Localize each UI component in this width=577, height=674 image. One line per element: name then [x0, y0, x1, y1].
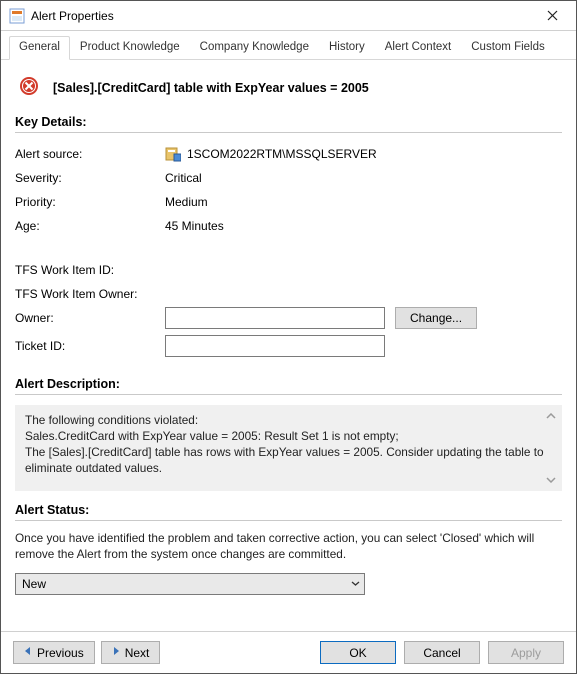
label-priority: Priority:	[15, 195, 165, 209]
desc-line-3: The [Sales].[CreditCard] table has rows …	[25, 445, 552, 477]
section-alert-status: Alert Status:	[15, 503, 562, 521]
ok-button[interactable]: OK	[320, 641, 396, 664]
error-icon	[19, 76, 39, 99]
alert-title: [Sales].[CreditCard] table with ExpYear …	[53, 81, 369, 95]
tab-product-knowledge[interactable]: Product Knowledge	[70, 36, 190, 60]
label-ticket-id: Ticket ID:	[15, 339, 165, 353]
dialog-footer: Previous Next OK Cancel Apply	[1, 631, 576, 673]
tab-general[interactable]: General	[9, 36, 70, 60]
alert-status-select[interactable]: New	[15, 573, 365, 595]
label-age: Age:	[15, 219, 165, 233]
alert-properties-window: Alert Properties General Product Knowled…	[0, 0, 577, 674]
alert-status-selected: New	[22, 577, 46, 591]
server-icon	[165, 146, 181, 162]
close-button[interactable]	[530, 2, 574, 30]
titlebar: Alert Properties	[1, 1, 576, 31]
alert-header: [Sales].[CreditCard] table with ExpYear …	[15, 70, 562, 115]
next-button[interactable]: Next	[101, 641, 161, 664]
value-alert-source: 1SCOM2022RTM\MSSQLSERVER	[187, 147, 377, 161]
desc-line-1: The following conditions violated:	[25, 413, 552, 429]
tab-company-knowledge[interactable]: Company Knowledge	[190, 36, 319, 60]
section-key-details: Key Details:	[15, 115, 562, 133]
value-age: 45 Minutes	[165, 219, 562, 233]
label-owner: Owner:	[15, 311, 165, 325]
label-severity: Severity:	[15, 171, 165, 185]
label-tfs-owner: TFS Work Item Owner:	[15, 287, 165, 301]
label-alert-source: Alert source:	[15, 147, 165, 161]
previous-label: Previous	[37, 646, 84, 660]
arrow-left-icon	[24, 647, 32, 658]
change-owner-button[interactable]: Change...	[395, 307, 477, 329]
desc-scroll-up-icon[interactable]	[544, 409, 558, 423]
section-alert-description: Alert Description:	[15, 377, 562, 395]
tab-bar: General Product Knowledge Company Knowle…	[1, 31, 576, 60]
tab-history[interactable]: History	[319, 36, 375, 60]
alert-status-help: Once you have identified the problem and…	[15, 531, 562, 563]
tab-panel-general: [Sales].[CreditCard] table with ExpYear …	[1, 60, 576, 631]
owner-input[interactable]	[165, 307, 385, 329]
previous-button[interactable]: Previous	[13, 641, 95, 664]
chevron-down-icon	[351, 578, 360, 589]
alert-description-box: The following conditions violated: Sales…	[15, 405, 562, 491]
app-icon	[9, 8, 25, 24]
window-title: Alert Properties	[31, 9, 530, 23]
label-tfs-id: TFS Work Item ID:	[15, 263, 165, 277]
value-severity: Critical	[165, 171, 562, 185]
apply-button[interactable]: Apply	[488, 641, 564, 664]
tab-alert-context[interactable]: Alert Context	[375, 36, 461, 60]
next-label: Next	[125, 646, 150, 660]
tab-custom-fields[interactable]: Custom Fields	[461, 36, 555, 60]
value-priority: Medium	[165, 195, 562, 209]
arrow-right-icon	[112, 647, 120, 658]
desc-scroll-down-icon[interactable]	[544, 473, 558, 487]
desc-line-2: Sales.CreditCard with ExpYear value = 20…	[25, 429, 552, 445]
cancel-button[interactable]: Cancel	[404, 641, 480, 664]
ticket-id-input[interactable]	[165, 335, 385, 357]
